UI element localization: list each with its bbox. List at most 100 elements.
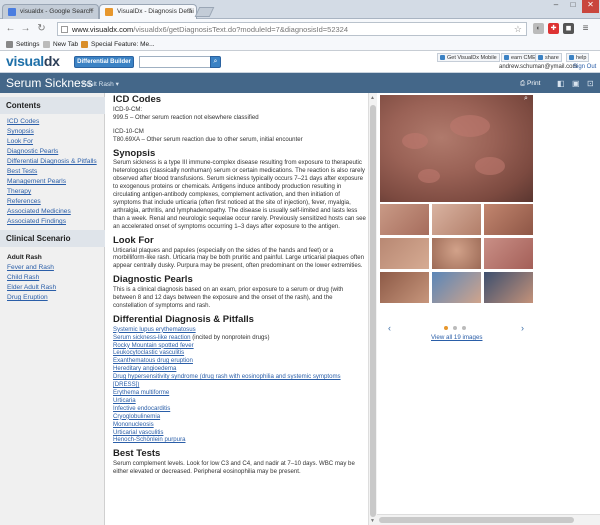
new-tab-button[interactable]	[194, 7, 215, 17]
print-label: Print	[527, 80, 541, 87]
content-scrollbar[interactable]: ▲ ▼	[368, 93, 377, 525]
help-icon	[569, 55, 574, 60]
differential-item: Hereditary angioedema	[113, 365, 366, 373]
sidebar-item-diagnostic-pearls[interactable]: Diagnostic Pearls	[7, 147, 97, 157]
share-link[interactable]: share	[535, 53, 562, 62]
differential-link[interactable]: Mononucleosis	[113, 421, 154, 428]
differential-link[interactable]: Leukocytoclastic vasculitis	[113, 349, 184, 356]
extension-icon[interactable]: ◐	[533, 23, 544, 34]
horizontal-scrollbar-thumb[interactable]	[379, 517, 574, 523]
differential-item: Serum sickness-like reaction (incited by…	[113, 334, 366, 342]
tab-visualdx[interactable]: VisualDx - Diagnosis Detai ×	[99, 4, 197, 20]
sign-out-link[interactable]: Sign Out	[573, 64, 596, 70]
extension-dark-icon[interactable]: ◼	[563, 23, 574, 34]
minimize-button[interactable]: –	[548, 0, 564, 13]
view-all-images-link[interactable]: View all 19 images	[431, 334, 482, 341]
search-icon[interactable]: ⌕	[210, 56, 221, 68]
browser-toolbar: ← → ↻ www.visualdx.com/visualdx6/getDiag…	[0, 19, 600, 39]
differential-link[interactable]: Infective endocarditis	[113, 405, 170, 412]
differential-item: Rocky Mountain spotted fever	[113, 342, 366, 350]
sidebar-item-best-tests[interactable]: Best Tests	[7, 167, 97, 177]
address-bar[interactable]: www.visualdx.com/visualdx6/getDiagnosisT…	[57, 22, 527, 36]
zoom-icon[interactable]: ⌕	[524, 95, 528, 103]
sidebar-item-management-pearls[interactable]: Management Pearls	[7, 177, 97, 187]
differential-link[interactable]: Systemic lupus erythematosus	[113, 326, 196, 333]
earn-cme-link[interactable]: earn CME	[501, 53, 539, 62]
sidebar-item-associated-findings[interactable]: Associated Findings	[7, 217, 97, 227]
previous-image-arrow[interactable]: ‹	[388, 323, 391, 333]
forward-arrow-icon[interactable]: →	[19, 22, 32, 35]
scroll-up-icon[interactable]: ▲	[370, 95, 375, 101]
gallery-page-dot[interactable]	[462, 326, 466, 330]
sidebar-item-look-for[interactable]: Look For	[7, 137, 97, 147]
gallery-page-dot[interactable]	[444, 326, 448, 330]
gallery-thumbnail[interactable]	[484, 238, 533, 269]
scroll-down-icon[interactable]: ▼	[370, 518, 375, 524]
account-email[interactable]: andrew.schuman@ymail.com	[499, 64, 577, 70]
differential-link[interactable]: Urticaria	[113, 397, 136, 404]
scenario-child-rash[interactable]: Child Rash	[7, 273, 56, 283]
bookmark-new-tab[interactable]: New Tab	[43, 41, 78, 48]
differential-link[interactable]: Drug hypersensitivity syndrome (drug ras…	[113, 373, 341, 388]
close-window-button[interactable]: ✕	[582, 0, 599, 13]
help-link[interactable]: help	[566, 53, 590, 62]
differential-link[interactable]: Cryoglobulinemia	[113, 413, 160, 420]
bookmark-star-icon[interactable]: ☆	[514, 24, 522, 35]
gallery-thumbnail[interactable]	[484, 204, 533, 235]
bookmark-special-feature[interactable]: Special Feature: Me...	[81, 41, 155, 48]
icd9-label: ICD-9-CM:	[113, 105, 143, 113]
gallery-thumbnail[interactable]	[432, 238, 481, 269]
diagnostic-pearls-heading: Diagnostic Pearls	[113, 274, 193, 286]
differential-builder-button[interactable]: Differential Builder	[74, 56, 134, 68]
menu-icon[interactable]: ≡	[580, 23, 591, 34]
collapse-icon[interactable]: ◧	[557, 79, 565, 88]
back-arrow-icon[interactable]: ←	[4, 22, 17, 35]
main-clinical-image[interactable]	[380, 95, 533, 202]
expand-icon[interactable]: ▣	[572, 79, 580, 88]
gallery-thumbnail[interactable]	[380, 272, 429, 303]
sidebar-item-synopsis[interactable]: Synopsis	[7, 127, 97, 137]
close-tab-icon[interactable]: ×	[188, 7, 192, 14]
clinical-context-dropdown[interactable]: Adult Rash ▾	[82, 80, 119, 88]
maximize-button[interactable]: □	[565, 0, 581, 13]
bookmarks-bar: Settings New Tab Special Feature: Me...	[0, 39, 600, 51]
scenario-elder-adult-rash[interactable]: Elder Adult Rash	[7, 283, 56, 293]
next-image-arrow[interactable]: ›	[521, 323, 524, 333]
differential-link[interactable]: Serum sickness-like reaction	[113, 334, 191, 341]
fullscreen-icon[interactable]: ⊡	[587, 79, 594, 88]
extension-red-icon[interactable]: ✚	[548, 23, 559, 34]
gallery-thumbnail[interactable]	[380, 204, 429, 235]
gallery-thumbnail[interactable]	[380, 238, 429, 269]
contents-list: ICD Codes Synopsis Look For Diagnostic P…	[7, 117, 97, 227]
sidebar-item-therapy[interactable]: Therapy	[7, 187, 97, 197]
sidebar-item-differential[interactable]: Differential Diagnosis & Pitfalls	[7, 157, 97, 167]
close-tab-icon[interactable]: ×	[90, 7, 94, 14]
print-button[interactable]: ⎙ Print	[520, 80, 540, 88]
bookmark-settings[interactable]: Settings	[6, 41, 40, 48]
scrollbar-thumb[interactable]	[370, 105, 376, 517]
visualdx-logo[interactable]: visualdx	[6, 53, 60, 69]
differential-link[interactable]: Urticarial vasculitis	[113, 429, 163, 436]
util-label: Get VisualDx Mobile	[447, 55, 497, 61]
settings-icon	[6, 41, 13, 48]
reload-icon[interactable]: ↻	[35, 22, 48, 35]
scenario-drug-eruption[interactable]: Drug Eruption	[7, 293, 56, 303]
differential-link[interactable]: Rocky Mountain spotted fever	[113, 342, 194, 349]
sidebar-item-icd-codes[interactable]: ICD Codes	[7, 117, 97, 127]
get-mobile-link[interactable]: Get VisualDx Mobile	[437, 53, 500, 62]
util-label: help	[576, 55, 587, 61]
scenario-fever-rash[interactable]: Fever and Rash	[7, 263, 56, 273]
differential-link[interactable]: Henoch-Schönlein purpura	[113, 436, 186, 443]
gallery-thumbnail[interactable]	[432, 272, 481, 303]
differential-link[interactable]: Exanthematous drug eruption	[113, 357, 193, 364]
tab-google-search[interactable]: visualdx - Google Search ×	[2, 4, 99, 19]
gallery-thumbnail[interactable]	[484, 272, 533, 303]
differential-link[interactable]: Hereditary angioedema	[113, 365, 176, 372]
gallery-thumbnail[interactable]	[432, 204, 481, 235]
differential-link[interactable]: Erythema multiforme	[113, 389, 169, 396]
gallery-page-dot[interactable]	[453, 326, 457, 330]
sidebar-item-references[interactable]: References	[7, 197, 97, 207]
horizontal-scrollbar[interactable]	[377, 514, 600, 525]
search-input[interactable]	[139, 56, 211, 68]
sidebar-item-associated-medicines[interactable]: Associated Medicines	[7, 207, 97, 217]
